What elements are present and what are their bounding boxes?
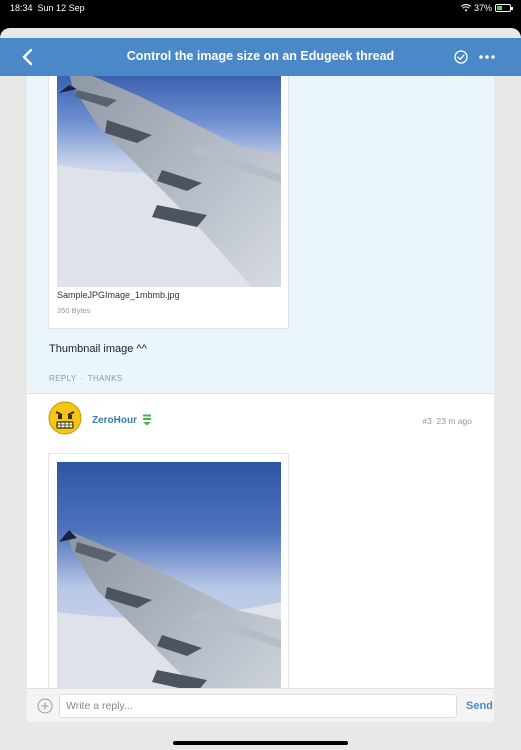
post-time: 23 m ago <box>436 416 472 426</box>
post-body: Thumbnail image ^^ <box>49 343 147 355</box>
more-icon[interactable] <box>478 50 496 64</box>
check-circle-icon[interactable] <box>454 50 468 64</box>
reply-input[interactable] <box>59 694 457 718</box>
home-indicator <box>173 741 348 745</box>
reply-button[interactable]: REPLY <box>49 374 77 383</box>
send-button[interactable]: Send <box>466 700 493 712</box>
thread-title: Control the image size on an Edugeek thr… <box>126 49 395 63</box>
thanks-button[interactable]: THANKS <box>88 374 123 383</box>
status-time: 18:34 Sun 12 Sep <box>10 3 85 13</box>
attachment-image[interactable] <box>57 76 281 287</box>
post: SampleJPGImage_1mbmb.jpg 350 Bytes Thumb… <box>27 76 494 394</box>
post: ZeroHour #3 23 m ago <box>27 394 494 716</box>
airplane-wing-photo <box>57 462 281 716</box>
rank-badge-icon <box>143 414 151 426</box>
attachment-card[interactable] <box>48 453 289 716</box>
battery-percent: 37% <box>473 3 492 13</box>
action-separator: · <box>80 374 84 383</box>
nav-bar: Control the image size on an Edugeek thr… <box>0 38 521 76</box>
battery-icon <box>495 4 513 12</box>
username[interactable]: ZeroHour <box>92 415 137 426</box>
post-number[interactable]: #3 <box>422 416 431 426</box>
airplane-wing-photo <box>57 76 281 287</box>
file-name[interactable]: SampleJPGImage_1mbmb.jpg <box>57 290 180 300</box>
app-window: Control the image size on an Edugeek thr… <box>0 28 521 750</box>
post-actions: REPLY · THANKS <box>49 374 123 383</box>
status-indicators: 37% <box>460 3 513 13</box>
status-bar: 18:34 Sun 12 Sep 37% <box>0 0 521 28</box>
wifi-icon <box>460 4 471 12</box>
post-meta: #3 23 m ago <box>422 416 472 426</box>
thread-content: SampleJPGImage_1mbmb.jpg 350 Bytes Thumb… <box>27 76 494 716</box>
chevron-left-icon[interactable] <box>18 46 38 68</box>
attachment-card[interactable]: SampleJPGImage_1mbmb.jpg 350 Bytes <box>48 76 289 329</box>
reply-bar: Send <box>27 688 494 722</box>
file-size: 350 Bytes <box>57 306 91 315</box>
angry-emoji-avatar[interactable] <box>48 401 82 435</box>
attachment-image[interactable] <box>57 462 281 716</box>
plus-circle-icon[interactable] <box>37 698 53 714</box>
